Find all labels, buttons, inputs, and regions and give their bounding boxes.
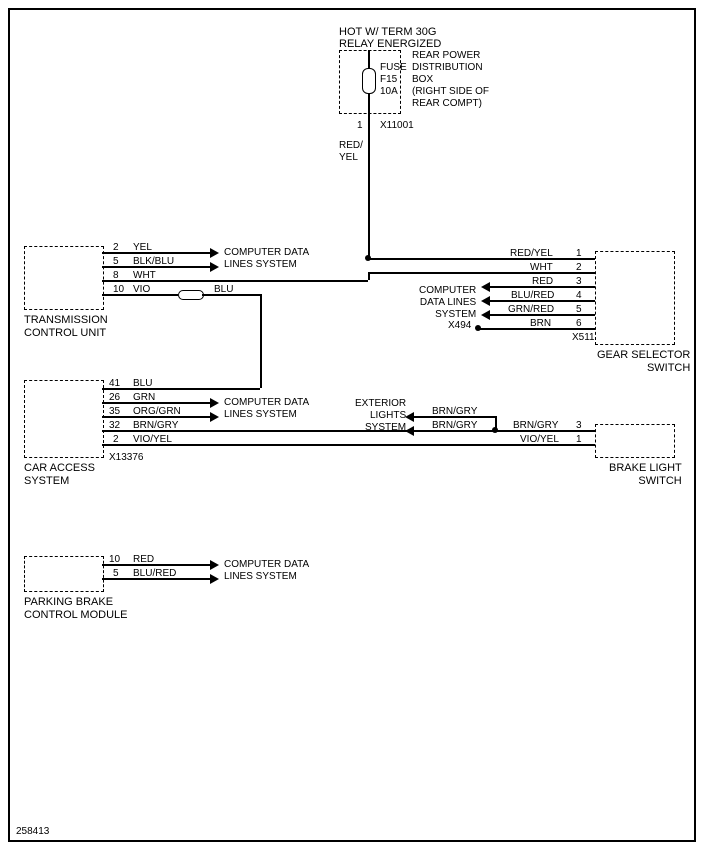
gear-w5: GRN/RED [508, 304, 554, 316]
ext-arrow2 [405, 426, 414, 436]
junction-brn [475, 325, 481, 331]
gear-w3: RED [532, 276, 553, 288]
pbcm-p2: 5 [113, 568, 119, 579]
x511: X511 [572, 332, 595, 344]
tcu-pin-4: 10 [113, 284, 124, 295]
wire-blu-v [260, 294, 262, 388]
fuse-bot-lead [368, 94, 370, 112]
ext-arrow1 [405, 412, 414, 422]
bls-w2: VIO/YEL [520, 434, 559, 446]
gear-w2: WHT [530, 262, 553, 274]
tcu-pin-2: 5 [113, 256, 119, 267]
ext-lights: EXTERIOR LIGHTS SYSTEM [355, 398, 406, 434]
pbcm-w1: RED [133, 554, 154, 566]
cas-w2: GRN [133, 392, 155, 404]
gear-w6: BRN [530, 318, 551, 330]
gear-p3: 3 [576, 276, 582, 287]
cas-l1 [102, 388, 260, 390]
gear-arrow5 [481, 310, 490, 320]
pbcm-arrow2 [210, 574, 219, 584]
tcu-arrow2 [210, 262, 219, 272]
fuse-name: FUSE [380, 62, 407, 74]
fuse-rating: 10A [380, 86, 398, 98]
gear-p4: 4 [576, 290, 582, 301]
cas-box [24, 380, 104, 458]
splice-vio-blu [178, 290, 204, 300]
bls-label: BRAKE LIGHT SWITCH [609, 462, 682, 488]
bls-w1: BRN/GRY [513, 420, 558, 432]
tcu-w2: BLK/BLU [133, 256, 174, 268]
brn1: BRN/GRY [432, 406, 477, 418]
cas-w4: BRN/GRY [133, 420, 178, 432]
cas-p4: 32 [109, 420, 120, 431]
pbcm-w2: BLU/RED [133, 568, 176, 580]
tcu-box [24, 246, 104, 310]
wht-jog [368, 272, 370, 280]
wire-red-yel: RED/ YEL [339, 140, 363, 164]
gear-l2 [368, 272, 595, 274]
fuse-conn: X11001 [380, 120, 414, 132]
tcu-pin-1: 2 [113, 242, 119, 253]
gear-p2: 2 [576, 262, 582, 273]
cas-arrow3 [210, 412, 219, 422]
gear-p1: 1 [576, 248, 582, 259]
cas-arrow-text: COMPUTER DATA LINES SYSTEM [224, 397, 309, 421]
pbcm-arrow-text: COMPUTER DATA LINES SYSTEM [224, 559, 309, 583]
tcu-w4: VIO [133, 284, 150, 296]
tcu-w3: WHT [133, 270, 156, 282]
gear-w1: RED/YEL [510, 248, 553, 260]
fuse-box-label: REAR POWER DISTRIBUTION BOX (RIGHT SIDE … [412, 50, 489, 110]
bls-box [595, 424, 675, 458]
fuse-top-lead [368, 50, 370, 68]
gear-arrow4 [481, 296, 490, 306]
brngry-jog [495, 416, 497, 430]
tcu-arrow1 [210, 248, 219, 258]
tcu-pin-3: 8 [113, 270, 119, 281]
gear-p6: 6 [576, 318, 582, 329]
cas-w1: BLU [133, 378, 152, 390]
cas-w3: ORG/GRN [133, 406, 181, 418]
fuse-exit [368, 112, 370, 124]
pbcm-label: PARKING BRAKE CONTROL MODULE [24, 596, 128, 622]
cas-p3: 35 [109, 406, 120, 417]
gear-box [595, 251, 675, 345]
fuse-symbol [362, 68, 376, 94]
bls-p2: 1 [576, 434, 582, 445]
x494: X494 [448, 320, 471, 332]
cas-label: CAR ACCESS SYSTEM [24, 462, 95, 488]
cas-p2: 26 [109, 392, 120, 403]
cas-p1: 41 [109, 378, 120, 389]
pbcm-box [24, 556, 104, 592]
wire-red-yel-v [368, 124, 370, 258]
bls-p1: 3 [576, 420, 582, 431]
gear-arrow3 [481, 282, 490, 292]
fuse-id: F15 [380, 74, 397, 86]
junction-red-yel [365, 255, 371, 261]
gear-p5: 5 [576, 304, 582, 315]
cas-arrow2 [210, 398, 219, 408]
fuse-pin: 1 [357, 120, 363, 132]
cas-p5: 2 [113, 434, 119, 445]
cas-w5: VIO/YEL [133, 434, 172, 446]
blu-label: BLU [214, 284, 233, 296]
gear-arrow-text: COMPUTER DATA LINES SYSTEM [419, 285, 476, 321]
docnum: 258413 [16, 826, 49, 838]
brn2: BRN/GRY [432, 420, 477, 432]
cas-conn: X13376 [109, 452, 143, 464]
tcu-label: TRANSMISSION CONTROL UNIT [24, 314, 108, 340]
gear-w4: BLU/RED [511, 290, 554, 302]
pbcm-arrow1 [210, 560, 219, 570]
gear-label: GEAR SELECTOR SWITCH [597, 349, 690, 375]
tcu-arrow-text: COMPUTER DATA LINES SYSTEM [224, 247, 309, 271]
tcu-w1: YEL [133, 242, 152, 254]
pbcm-p1: 10 [109, 554, 120, 565]
